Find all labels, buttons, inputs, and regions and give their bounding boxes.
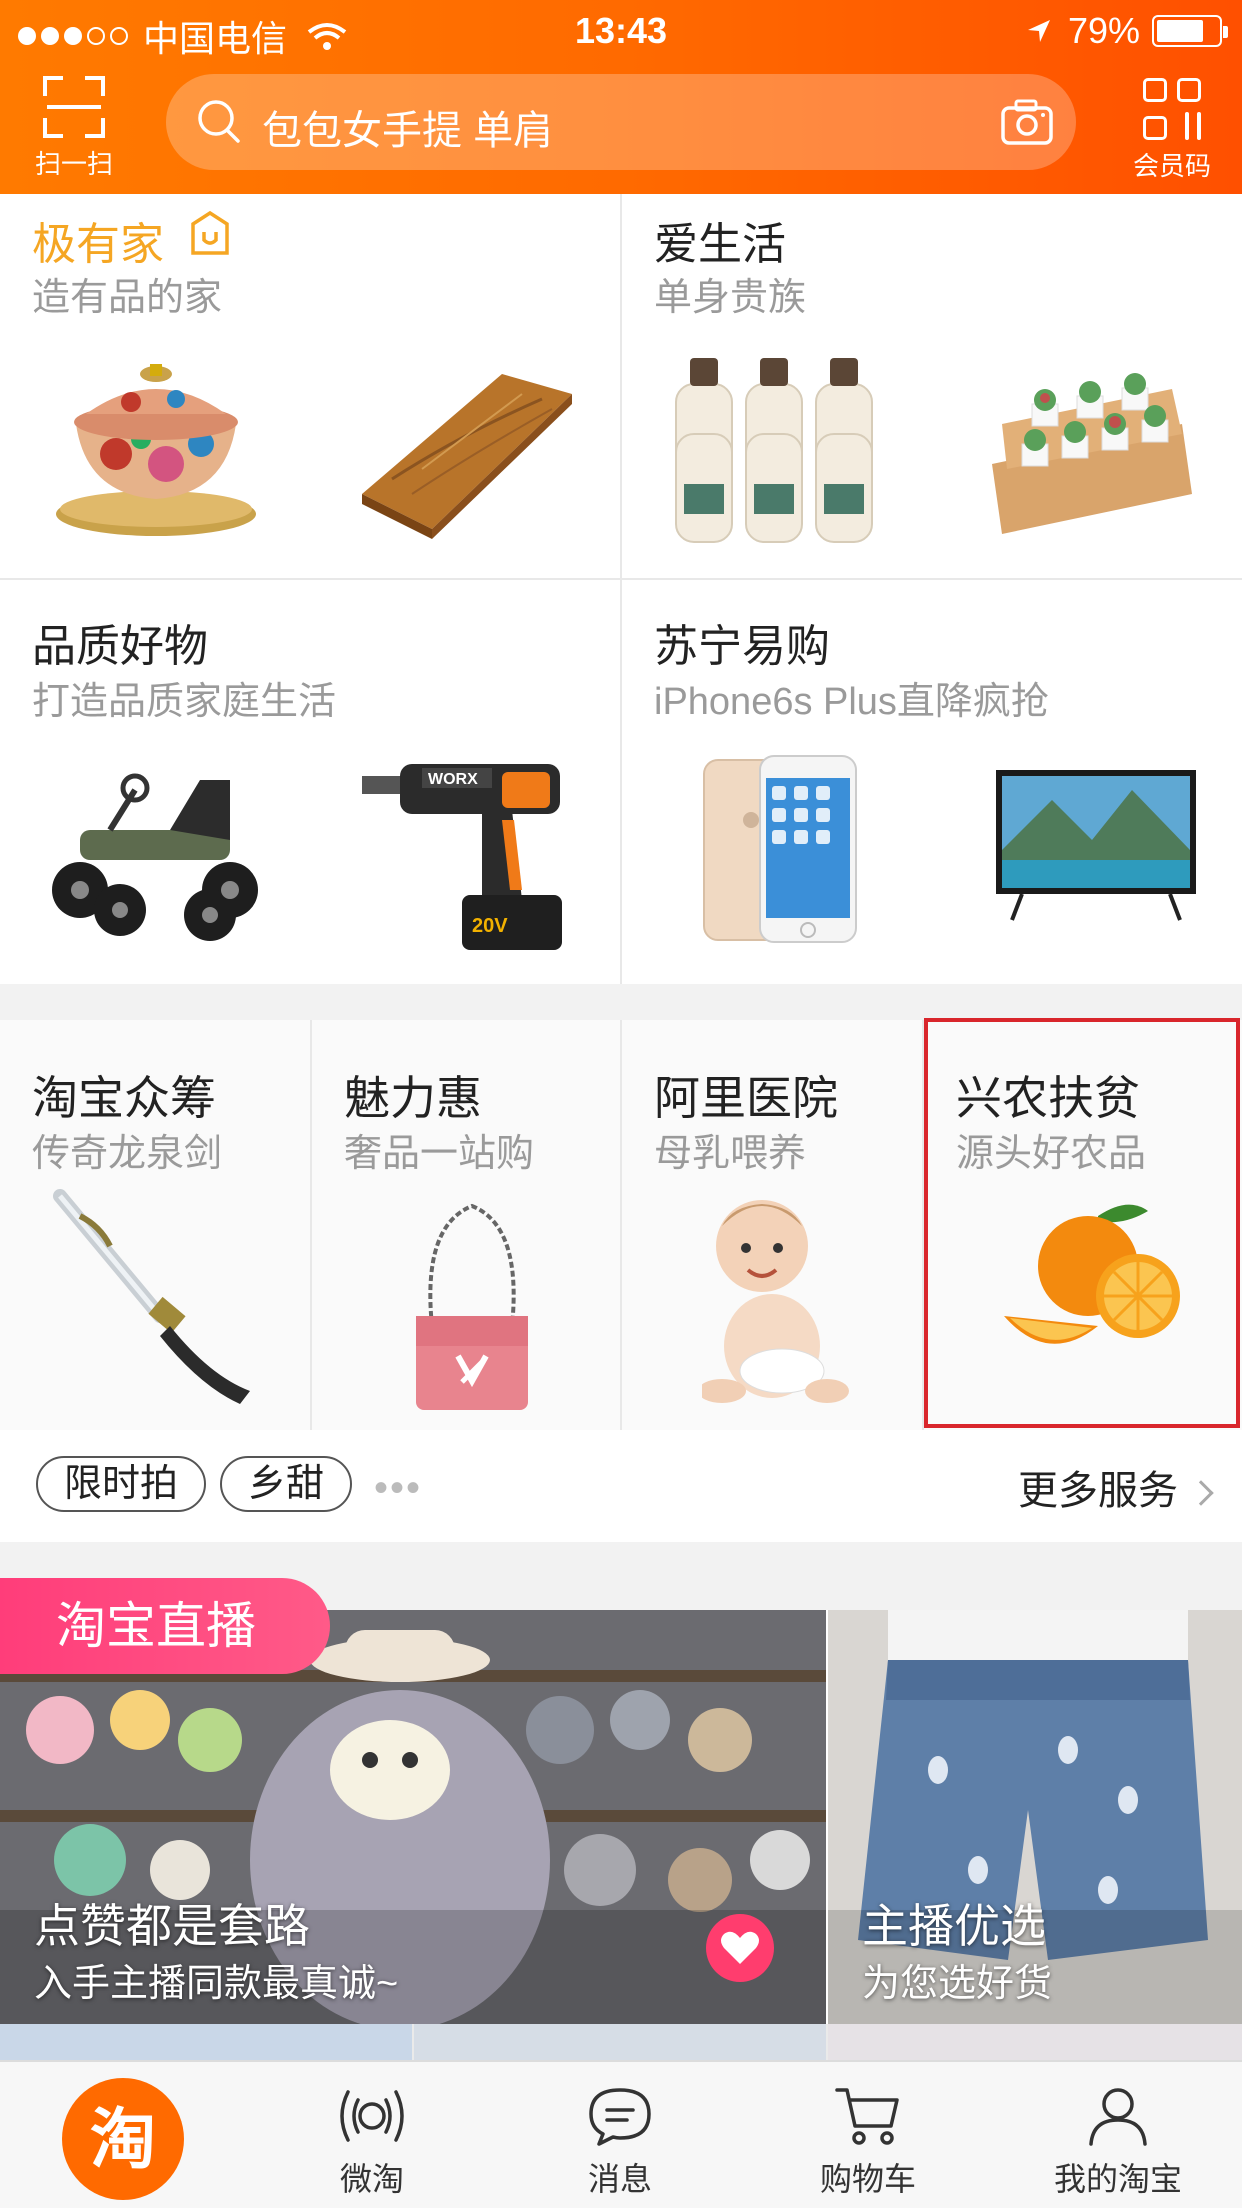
- television-image: [996, 770, 1196, 921]
- message-icon: [589, 2088, 651, 2146]
- location-arrow-icon: [1027, 20, 1050, 42]
- weitao-icon: [340, 2090, 404, 2142]
- tab-label: 我的淘宝: [1053, 2161, 1182, 2197]
- tag-xianshipai[interactable]: 限时拍: [36, 1456, 207, 1512]
- card-subtitle: 母乳喂养: [654, 1133, 807, 1175]
- card-xingnong-fupin[interactable]: 兴农扶贫 源头好农品: [924, 1020, 1242, 1430]
- scan-label: 扫一扫: [34, 149, 113, 179]
- search-placeholder: 包包女手提 单肩: [262, 109, 554, 153]
- battery-icon: [1152, 15, 1228, 47]
- tab-mine[interactable]: 我的淘宝: [994, 2062, 1242, 2208]
- taobao-live-section: 淘宝直播 点赞都是套路 入手主播同款最真诚~ 主播优选 为您选好货: [0, 1578, 1242, 2024]
- peek-tile: [828, 2024, 1242, 2060]
- jiyoujia-logo-icon: [191, 210, 229, 255]
- more-services-label: 更多服务: [1018, 1469, 1178, 1513]
- card-subtitle: iPhone6s Plus直降疯抢: [654, 681, 1049, 723]
- card-subtitle: 打造品质家庭生活: [32, 681, 337, 723]
- card-aishenghuo[interactable]: 爱生活 单身贵族: [622, 194, 1242, 578]
- milk-bottles-image: [675, 358, 873, 543]
- chevron-right-icon: [1188, 1480, 1214, 1507]
- more-dots-icon[interactable]: •••: [374, 1466, 422, 1511]
- tab-cart[interactable]: 购物车: [744, 2062, 992, 2208]
- cart-icon: [835, 2088, 899, 2145]
- camera-icon[interactable]: [1000, 98, 1054, 146]
- card-title: 爱生活: [654, 220, 786, 269]
- more-services-link[interactable]: 更多服务: [1018, 1458, 1214, 1516]
- tab-label: 微淘: [339, 2161, 404, 2197]
- divider: [826, 1610, 828, 2024]
- section-gap: [0, 984, 1242, 1020]
- card-title: 极有家: [32, 220, 164, 269]
- card-taobao-zhongchou[interactable]: 淘宝众筹 传奇龙泉剑: [0, 1020, 310, 1430]
- tab-label: 消息: [587, 2161, 652, 2197]
- taobao-live-badge[interactable]: 淘宝直播: [0, 1578, 330, 1674]
- home-tao-icon: 淘: [62, 2078, 184, 2200]
- card-subtitle: 单身贵族: [654, 277, 807, 319]
- tab-label: 购物车: [819, 2161, 916, 2197]
- live-side-title: 主播优选: [862, 1900, 1046, 1952]
- scan-button[interactable]: 扫一扫: [24, 76, 124, 181]
- baby-image: [702, 1200, 849, 1403]
- live-side-video[interactable]: 主播优选 为您选好货: [828, 1610, 1242, 2024]
- succulent-planter-image: [992, 373, 1192, 534]
- tea-bowl-image: [56, 364, 256, 536]
- card-meilihui[interactable]: 魅力惠 奢品一站购: [312, 1020, 620, 1430]
- divider: [620, 1020, 622, 1430]
- divider: [310, 1020, 312, 1430]
- card-title: 苏宁易购: [654, 622, 830, 671]
- card-subtitle: 传奇龙泉剑: [32, 1133, 223, 1175]
- card-title: 兴农扶贫: [956, 1072, 1140, 1124]
- peek-tile: [0, 2024, 412, 2060]
- go-kart-image: [52, 773, 258, 941]
- heart-icon[interactable]: [706, 1914, 774, 1982]
- card-subtitle: 造有品的家: [32, 277, 223, 319]
- scan-icon: [43, 76, 105, 138]
- bottom-tab-bar: 淘 微淘 消息 购物车 我的淘宝: [0, 2060, 1242, 2208]
- search-icon: [198, 100, 240, 143]
- svg-text:20V: 20V: [472, 915, 508, 937]
- power-drill-image: WORX 20V: [362, 764, 562, 950]
- handbag-image: [416, 1203, 528, 1410]
- wood-board-image: [362, 374, 572, 539]
- live-side-subtitle: 为您选好货: [862, 1963, 1053, 2005]
- svg-text:WORX: WORX: [428, 771, 478, 788]
- card-pinzhihaowu[interactable]: 品质好物 打造品质家庭生活 WORX 20V: [0, 580, 620, 984]
- next-row-peek: [0, 2024, 1242, 2060]
- service-tags-row: 限时拍 乡甜 ••• 更多服务: [0, 1430, 1242, 1542]
- tab-weitao[interactable]: 微淘: [248, 2062, 496, 2208]
- battery-percent: 79%: [1067, 10, 1140, 51]
- battery-area: 79%: [1024, 10, 1228, 52]
- iphone-image: [703, 755, 857, 943]
- card-ali-hospital[interactable]: 阿里医院 母乳喂养: [622, 1020, 922, 1430]
- tag-xiangtian[interactable]: 乡甜: [220, 1456, 353, 1512]
- orange-image: [1004, 1204, 1180, 1344]
- search-bar[interactable]: 包包女手提 单肩: [166, 74, 1076, 170]
- card-suning[interactable]: 苏宁易购 iPhone6s Plus直降疯抢: [622, 580, 1242, 984]
- member-code-button[interactable]: 会员码: [1122, 78, 1222, 183]
- peek-tile: [414, 2024, 826, 2060]
- tab-home[interactable]: 淘: [0, 2062, 248, 2208]
- live-main-title: 点赞都是套路: [34, 1900, 310, 1952]
- live-main-subtitle: 入手主播同款最真诚~: [34, 1963, 399, 2005]
- card-subtitle: 奢品一站购: [344, 1133, 535, 1175]
- card-jiyoujia[interactable]: 极有家 造有品的家: [0, 194, 620, 578]
- card-title: 淘宝众筹: [32, 1072, 216, 1124]
- card-title: 品质好物: [32, 622, 208, 671]
- app-header: 中国电信 13:43 79% 扫一扫 包包女手提 单肩 会员码: [0, 0, 1242, 194]
- tab-messages[interactable]: 消息: [496, 2062, 744, 2208]
- card-subtitle: 源头好农品: [956, 1133, 1147, 1175]
- member-code-icon: [1143, 78, 1201, 140]
- sword-image: [53, 1189, 250, 1404]
- card-title: 魅力惠: [344, 1072, 482, 1124]
- status-bar: 中国电信 13:43 79%: [0, 0, 1242, 62]
- divider: [922, 1020, 924, 1430]
- member-code-label: 会员码: [1132, 151, 1211, 181]
- card-title: 阿里医院: [654, 1072, 838, 1124]
- profile-icon: [1089, 2088, 1147, 2146]
